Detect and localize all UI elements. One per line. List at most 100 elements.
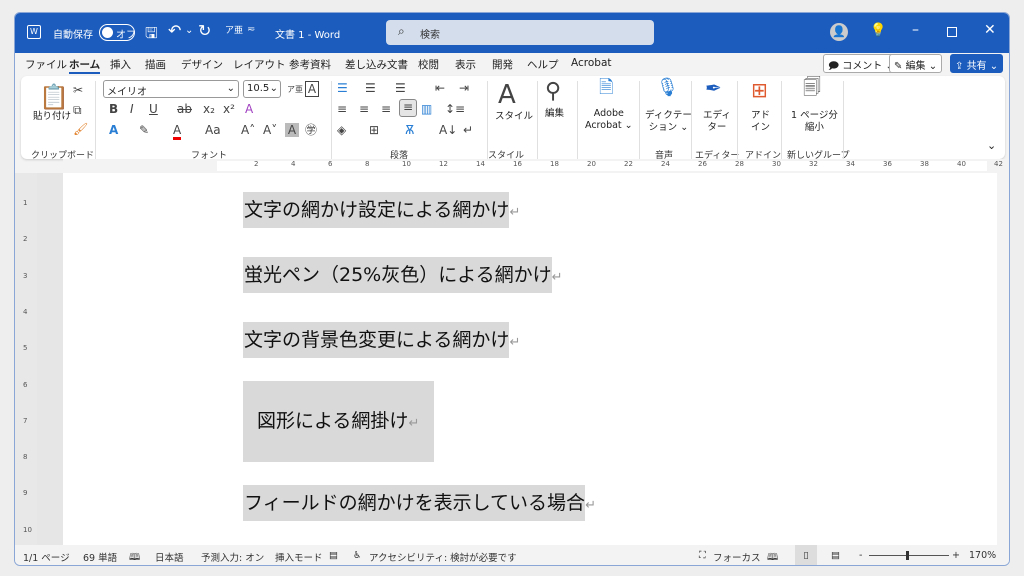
focus-button[interactable]: フォーカス (713, 550, 761, 564)
character-shading-icon[interactable]: A (285, 123, 299, 137)
clear-formatting-icon[interactable]: A (245, 102, 253, 116)
adobe-acrobat-button[interactable]: Adobe Acrobat ⌄ (585, 108, 633, 132)
character-border-icon[interactable]: A (305, 81, 319, 97)
save-icon[interactable]: 🖫 (145, 23, 158, 48)
shrink-one-page-icon[interactable]: 🗐 (803, 79, 821, 97)
add-ins-icon[interactable]: ⊞ (751, 80, 768, 100)
ime-prediction[interactable]: 予測入力: オン (201, 550, 264, 564)
subscript-icon[interactable]: x₂ (203, 102, 215, 116)
adobe-acrobat-icon[interactable]: 🗎 (599, 79, 613, 97)
vertical-ruler[interactable]: 1234567891011 (15, 173, 37, 565)
bold-icon[interactable]: B (109, 102, 118, 116)
zoom-out-button[interactable]: - (859, 550, 862, 561)
focus-icon[interactable]: ⛶ (699, 550, 706, 561)
show-marks-icon[interactable]: ↵ (463, 123, 473, 137)
edit-mode-button[interactable]: ✎ 編集 ⌄ (889, 54, 943, 73)
menu-tab[interactable]: ホーム (69, 57, 101, 74)
menu-tab[interactable]: レイアウト (233, 57, 286, 72)
numbering-icon[interactable]: ☰ (365, 81, 376, 95)
editor-icon[interactable]: ✒ (705, 78, 722, 98)
editing-button[interactable]: 編集 (545, 108, 564, 120)
close-button[interactable]: ✕ (984, 22, 996, 38)
furigana-icon[interactable]: ア亜 (225, 23, 243, 36)
horizontal-ruler[interactable]: 2468101214161820222426283032343638404244… (63, 159, 1005, 173)
menu-tab[interactable]: 開発 (492, 57, 513, 72)
autosave-toggle[interactable]: オフ (99, 24, 136, 41)
search-box[interactable]: ⌕ 検索 (386, 20, 654, 45)
grow-font-icon[interactable]: A˄ (241, 123, 255, 137)
align-left-icon[interactable]: ≡ (337, 102, 347, 116)
language[interactable]: 日本語 (155, 550, 184, 564)
strikethrough-icon[interactable]: ab (177, 102, 192, 116)
phonetic-guide-icon[interactable]: ア亜 (287, 83, 303, 97)
menu-tab[interactable]: 挿入 (110, 57, 131, 72)
menu-tab[interactable]: ヘルプ (527, 57, 559, 72)
copy-icon[interactable]: ⧉ (73, 103, 82, 117)
web-layout-icon[interactable]: ▤ (831, 550, 840, 561)
account-avatar[interactable]: 👤 (830, 23, 848, 41)
customize-qat-icon[interactable]: ≂ (247, 24, 255, 35)
comment-button[interactable]: 🗩 コメント ⌄ (823, 54, 899, 73)
multilevel-list-icon[interactable]: ☰ (395, 81, 406, 95)
shaded-paragraph[interactable]: 蛍光ペン（25%灰色）による網かけ↵ (243, 257, 563, 293)
borders-icon[interactable]: ⊞ (369, 123, 379, 137)
menu-tab[interactable]: ファイル (25, 57, 67, 72)
collapse-ribbon-icon[interactable]: ⌄ (987, 139, 996, 152)
undo-icon[interactable]: ↶ (168, 21, 181, 40)
menu-tab[interactable]: 参考資料 (289, 57, 331, 72)
menu-tab[interactable]: 表示 (455, 57, 476, 72)
underline-icon[interactable]: U (149, 102, 158, 116)
enclose-characters-icon[interactable]: ㊫ (305, 123, 317, 137)
read-mode-icon[interactable]: 🕮 (767, 550, 778, 565)
zoom-level[interactable]: 170% (969, 550, 996, 561)
page-count[interactable]: 1/1 ページ (23, 550, 70, 564)
decrease-indent-icon[interactable]: ⇤ (435, 81, 445, 95)
macro-icon[interactable]: ▤ (329, 550, 338, 561)
undo-dropdown-icon[interactable]: ⌄ (185, 25, 193, 36)
line-spacing-icon[interactable]: ↕≡ (445, 102, 465, 116)
menu-tab[interactable]: デザイン (181, 57, 223, 72)
add-ins-button[interactable]: アド イン (751, 110, 770, 134)
editor-button[interactable]: エディ ター (703, 110, 731, 134)
align-center-icon[interactable]: ≡ (359, 102, 369, 116)
paste-button[interactable]: 貼り付け (33, 111, 71, 123)
search-editing-icon[interactable]: ⚲ (545, 79, 561, 105)
superscript-icon[interactable]: x² (223, 102, 235, 116)
shaded-paragraph[interactable]: 図形による網掛け↵ (243, 381, 434, 462)
zoom-in-button[interactable]: + (952, 550, 960, 561)
text-effects-icon[interactable]: A (109, 123, 118, 137)
justify-icon[interactable]: ≡ (399, 99, 417, 117)
font-name-select[interactable]: メイリオ ⌄ (103, 80, 239, 98)
accessibility-status[interactable]: アクセシビリティ: 検討が必要です (369, 550, 517, 564)
minimize-button[interactable]: – (912, 22, 919, 38)
insert-mode[interactable]: 挿入モード (275, 550, 323, 564)
zoom-slider[interactable] (869, 551, 949, 560)
menu-tab[interactable]: 差し込み文書 (345, 57, 408, 72)
shaded-paragraph[interactable]: 文字の背景色変更による網かけ↵ (243, 322, 520, 358)
styles-button[interactable]: スタイル (495, 111, 533, 123)
lightbulb-icon[interactable]: 💡 (870, 23, 886, 38)
shaded-paragraph[interactable]: フィールドの網かけを表示している場合↵ (243, 485, 596, 521)
asian-layout-icon[interactable]: Ѫ (405, 123, 414, 137)
bullets-icon[interactable]: ☰ (337, 81, 348, 95)
italic-icon[interactable]: I (130, 102, 134, 116)
sort-icon[interactable]: A↓ (439, 123, 457, 137)
font-size-select[interactable]: 10.5 ⌄ (243, 80, 281, 98)
format-painter-icon[interactable]: 🖌 (73, 122, 88, 136)
proofing-icon[interactable]: 🕮 (129, 550, 140, 565)
menu-tab[interactable]: 描画 (145, 57, 166, 72)
microphone-icon[interactable]: 🎙 (656, 79, 679, 97)
menu-tab[interactable]: Acrobat (571, 57, 612, 69)
shading-icon[interactable]: ◈ (337, 123, 346, 137)
accessibility-icon[interactable]: ♿ (353, 550, 362, 561)
styles-icon[interactable]: A (498, 81, 516, 109)
increase-indent-icon[interactable]: ⇥ (459, 81, 469, 95)
change-case-icon[interactable]: Aa (205, 123, 221, 137)
font-color-icon[interactable]: A (173, 123, 182, 140)
share-button[interactable]: ⇪ 共有 ⌄ (950, 54, 1004, 73)
highlight-icon[interactable]: ✎ (139, 123, 149, 137)
align-right-icon[interactable]: ≡ (381, 102, 391, 116)
menu-tab[interactable]: 校閲 (418, 57, 439, 72)
dictate-button[interactable]: ディクテー ション ⌄ (645, 110, 692, 134)
redo-icon[interactable]: ↻ (198, 21, 211, 40)
